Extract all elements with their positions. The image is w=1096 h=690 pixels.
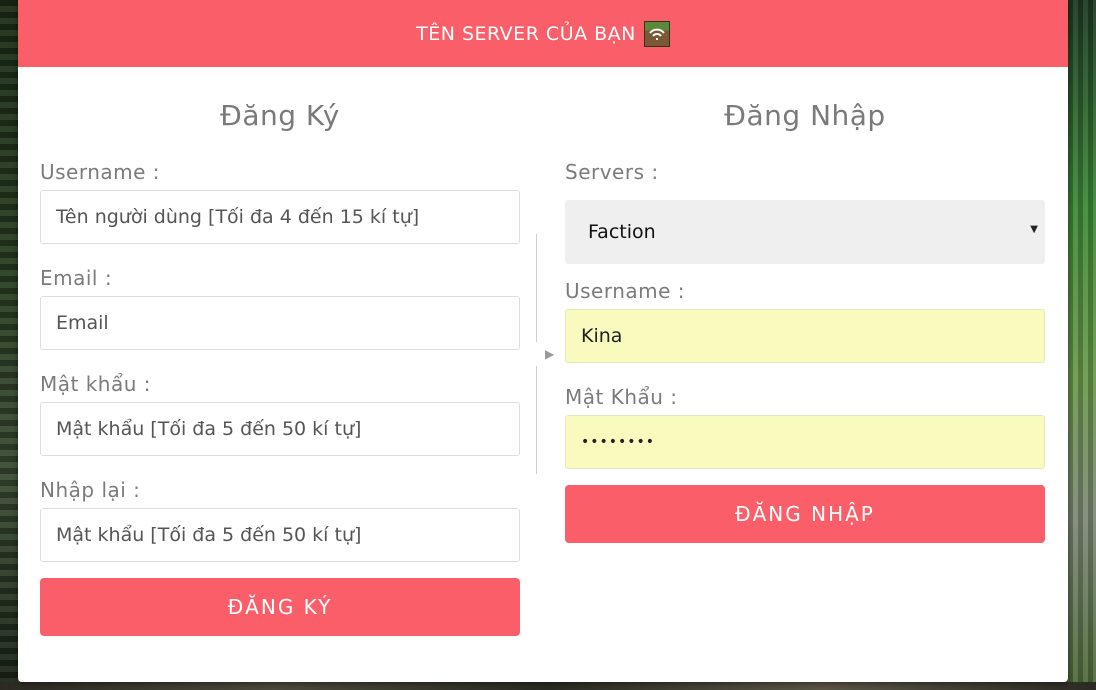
- register-email-label: Email :: [40, 266, 113, 290]
- server-header: TÊN SERVER CỦA BẠN: [18, 0, 1068, 67]
- minecraft-grass-block-icon: [643, 20, 670, 47]
- register-confirm-label: Nhập lại :: [40, 478, 141, 502]
- login-panel: Đăng Nhập Servers : Faction ▼ Username :…: [565, 67, 1045, 543]
- register-button[interactable]: ĐĂNG KÝ: [40, 578, 520, 636]
- divider-line-bottom: [536, 366, 537, 474]
- server-select[interactable]: Faction ▼: [565, 200, 1045, 264]
- auth-card: TÊN SERVER CỦA BẠN Đăng Ký Username : Tê…: [18, 0, 1068, 682]
- login-username-input[interactable]: Kina: [565, 309, 1045, 363]
- column-divider: ▶: [536, 234, 554, 474]
- login-username-label: Username :: [565, 279, 686, 303]
- caret-down-icon: ▼: [1030, 224, 1038, 235]
- register-title: Đăng Ký: [220, 99, 340, 132]
- register-panel: Đăng Ký Username : Tên người dùng [Tối đ…: [40, 67, 520, 636]
- register-confirm-input[interactable]: Mật khẩu [Tối đa 5 đến 50 kí tự]: [40, 508, 520, 562]
- divider-line-top: [536, 234, 537, 342]
- background-left: [0, 0, 18, 690]
- register-username-input[interactable]: Tên người dùng [Tối đa 4 đến 15 kí tự]: [40, 190, 520, 244]
- server-title: TÊN SERVER CỦA BẠN: [416, 22, 636, 45]
- login-title: Đăng Nhập: [724, 99, 886, 132]
- register-password-input[interactable]: Mật khẩu [Tối đa 5 đến 50 kí tự]: [40, 402, 520, 456]
- background-bottom: [0, 682, 1096, 690]
- login-password-input[interactable]: ••••••••: [565, 415, 1045, 469]
- background-right: [1068, 0, 1096, 690]
- register-username-label: Username :: [40, 160, 161, 184]
- login-servers-label: Servers :: [565, 160, 659, 184]
- triangle-right-icon: ▶: [545, 347, 555, 361]
- login-button[interactable]: ĐĂNG NHẬP: [565, 485, 1045, 543]
- server-select-value: Faction: [588, 221, 656, 243]
- login-password-label: Mật Khẩu :: [565, 385, 678, 409]
- register-password-label: Mật khẩu :: [40, 372, 151, 396]
- register-email-input[interactable]: Email: [40, 296, 520, 350]
